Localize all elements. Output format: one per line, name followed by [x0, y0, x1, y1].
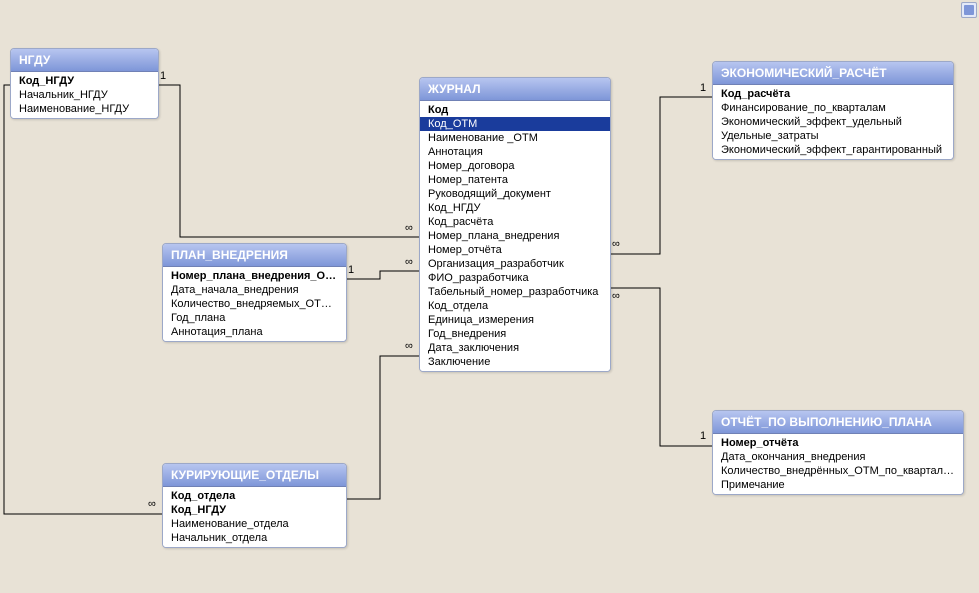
field[interactable]: Код_расчёта: [420, 215, 610, 229]
field[interactable]: Экономический_эффект_гарантированный: [713, 143, 953, 157]
cardinality-one: 1: [700, 430, 706, 442]
entity-plan[interactable]: ПЛАН_ВНЕДРЕНИЯ Номер_плана_внедрения_ОТМ…: [162, 243, 347, 342]
field-pk[interactable]: Номер_плана_внедрения_ОТМ: [163, 269, 346, 283]
cardinality-infinity: ∞: [405, 340, 413, 352]
entity-body: Код Код_ОТМ Наименование _ОТМ Аннотация …: [420, 101, 610, 371]
field[interactable]: ФИО_разработчика: [420, 271, 610, 285]
entity-title[interactable]: ПЛАН_ВНЕДРЕНИЯ: [163, 244, 346, 267]
field[interactable]: Наименование_отдела: [163, 517, 346, 531]
entity-ngdu[interactable]: НГДУ Код_НГДУ Начальник_НГДУ Наименовани…: [10, 48, 159, 119]
field[interactable]: Финансирование_по_кварталам: [713, 101, 953, 115]
field-pk[interactable]: Номер_отчёта: [713, 436, 963, 450]
field[interactable]: Заключение: [420, 355, 610, 369]
field-pk[interactable]: Код: [420, 103, 610, 117]
cardinality-infinity: ∞: [612, 238, 620, 250]
entity-body: Номер_плана_внедрения_ОТМ Дата_начала_вн…: [163, 267, 346, 341]
entity-journal[interactable]: ЖУРНАЛ Код Код_ОТМ Наименование _ОТМ Анн…: [419, 77, 611, 372]
cardinality-one: 1: [160, 70, 166, 82]
field[interactable]: Номер_плана_внедрения: [420, 229, 610, 243]
field[interactable]: Начальник_НГДУ: [11, 88, 158, 102]
field[interactable]: Наименование _ОТМ: [420, 131, 610, 145]
field[interactable]: Номер_договора: [420, 159, 610, 173]
field-pk[interactable]: Код_отдела: [163, 489, 346, 503]
field-selected[interactable]: Код_ОТМ: [420, 117, 610, 131]
entity-body: Номер_отчёта Дата_окончания_внедрения Ко…: [713, 434, 963, 494]
field[interactable]: Аннотация: [420, 145, 610, 159]
field[interactable]: Наименование_НГДУ: [11, 102, 158, 116]
entity-body: Код_НГДУ Начальник_НГДУ Наименование_НГД…: [11, 72, 158, 118]
entity-body: Код_отдела Код_НГДУ Наименование_отдела …: [163, 487, 346, 547]
field-pk[interactable]: Код_НГДУ: [11, 74, 158, 88]
field-pk[interactable]: Код_расчёта: [713, 87, 953, 101]
field[interactable]: Год_внедрения: [420, 327, 610, 341]
field[interactable]: Удельные_затраты: [713, 129, 953, 143]
field[interactable]: Год_плана: [163, 311, 346, 325]
entity-title[interactable]: ОТЧЁТ_ПО ВЫПОЛНЕНИЮ_ПЛАНА: [713, 411, 963, 434]
cardinality-one: 1: [700, 82, 706, 94]
cardinality-one: 1: [348, 264, 354, 276]
entity-dept[interactable]: КУРИРУЮЩИЕ_ОТДЕЛЫ Код_отдела Код_НГДУ На…: [162, 463, 347, 548]
field[interactable]: Организация_разработчик: [420, 257, 610, 271]
field[interactable]: Экономический_эффект_удельный: [713, 115, 953, 129]
field[interactable]: Количество_внедряемых_ОТМ_по_кв: [163, 297, 346, 311]
format-icon: [961, 2, 977, 18]
entity-body: Код_расчёта Финансирование_по_кварталам …: [713, 85, 953, 159]
cardinality-infinity: ∞: [405, 256, 413, 268]
field-pk[interactable]: Код_НГДУ: [163, 503, 346, 517]
field[interactable]: Единица_измерения: [420, 313, 610, 327]
cardinality-infinity: ∞: [148, 498, 156, 510]
field[interactable]: Дата_окончания_внедрения: [713, 450, 963, 464]
entity-report[interactable]: ОТЧЁТ_ПО ВЫПОЛНЕНИЮ_ПЛАНА Номер_отчёта Д…: [712, 410, 964, 495]
field[interactable]: Примечание: [713, 478, 963, 492]
field[interactable]: Код_НГДУ: [420, 201, 610, 215]
entity-title[interactable]: ЖУРНАЛ: [420, 78, 610, 101]
field[interactable]: Код_отдела: [420, 299, 610, 313]
entity-title[interactable]: КУРИРУЮЩИЕ_ОТДЕЛЫ: [163, 464, 346, 487]
field[interactable]: Дата_начала_внедрения: [163, 283, 346, 297]
entity-title[interactable]: ЭКОНОМИЧЕСКИЙ_РАСЧЁТ: [713, 62, 953, 85]
field[interactable]: Дата_заключения: [420, 341, 610, 355]
field[interactable]: Аннотация_плана: [163, 325, 346, 339]
field[interactable]: Количество_внедрённых_ОТМ_по_кварталам: [713, 464, 963, 478]
field[interactable]: Руководящий_документ: [420, 187, 610, 201]
cardinality-infinity: ∞: [405, 222, 413, 234]
field[interactable]: Табельный_номер_разработчика: [420, 285, 610, 299]
field[interactable]: Начальник_отдела: [163, 531, 346, 545]
field[interactable]: Номер_отчёта: [420, 243, 610, 257]
cardinality-infinity: ∞: [612, 290, 620, 302]
entity-title[interactable]: НГДУ: [11, 49, 158, 72]
entity-econ[interactable]: ЭКОНОМИЧЕСКИЙ_РАСЧЁТ Код_расчёта Финанси…: [712, 61, 954, 160]
field[interactable]: Номер_патента: [420, 173, 610, 187]
